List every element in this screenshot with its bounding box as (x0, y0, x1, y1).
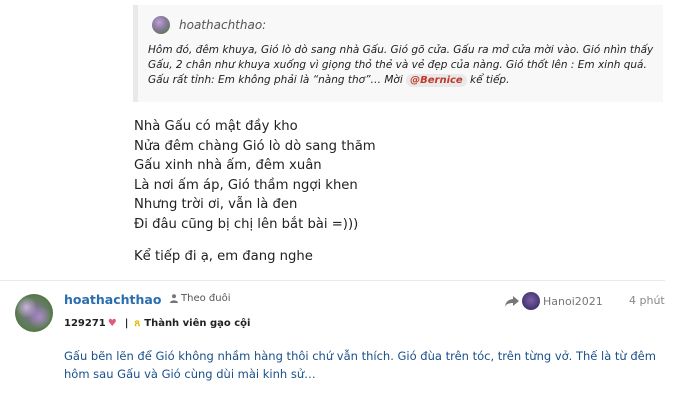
user-title-badge[interactable]: Thành viên gạo cội (144, 318, 250, 329)
quote-username[interactable]: hoathachthao: (179, 18, 266, 32)
reply-to-avatar (522, 292, 540, 310)
quote-avatar[interactable] (152, 16, 170, 34)
post-username[interactable]: hoathachthao (64, 292, 161, 307)
reply-to-link[interactable]: Hanoi2021 (505, 292, 603, 310)
reply-poem: Nhà Gấu có mật đầy kho Nửa đêm chàng Gió… (134, 117, 634, 267)
user-avatar[interactable] (15, 294, 53, 332)
reply-arrow-icon (505, 295, 519, 307)
post-divider (0, 280, 665, 281)
likes-count: 129271 (64, 318, 106, 329)
quote-block: hoathachthao: Hôm đó, đêm khuya, Gió lò … (133, 5, 663, 102)
quote-text: Hôm đó, đêm khuya, Gió lò dò sang nhà Gấ… (148, 44, 654, 86)
poem-line: Là nơi ấm áp, Gió thầm ngợi khen (134, 177, 358, 193)
poem-line: Gấu xinh nhà ấm, đêm xuân (134, 158, 322, 173)
poem-line: Nhà Gấu có mật đầy kho (134, 119, 298, 134)
follow-label: Theo đuôi (181, 293, 231, 304)
quote-text-end: kể tiếp. (470, 74, 510, 86)
poem-line: Nhưng trời ơi, vẫn là đen (134, 197, 298, 212)
quote-body: Hôm đó, đêm khuya, Gió lò dò sang nhà Gấ… (148, 43, 658, 88)
stats-separator: | (124, 318, 129, 329)
poem-line: Nửa đêm chàng Gió lò dò sang thăm (134, 138, 376, 154)
follow-button[interactable]: Theo đuôi (170, 293, 230, 304)
reply-to-username: Hanoi2021 (543, 294, 603, 308)
poem-line: Đi đâu cũng bị chị lên bắt bài =))) (134, 216, 359, 232)
person-icon (170, 294, 178, 303)
post-body: Gấu bẽn lẽn để Gió không nhầm hàng thôi … (64, 349, 656, 381)
quote-header: hoathachthao: (152, 15, 266, 35)
poem-closing: Kể tiếp đi ạ, em đang nghe (134, 249, 313, 264)
medal-icon: ጸ (134, 318, 141, 329)
heart-icon: ♥ (107, 318, 117, 329)
post-time[interactable]: 4 phút (629, 294, 665, 307)
mention-link[interactable]: @Bernice (406, 74, 467, 87)
user-stats: 129271 ♥ | ጸ Thành viên gạo cội (64, 318, 250, 329)
